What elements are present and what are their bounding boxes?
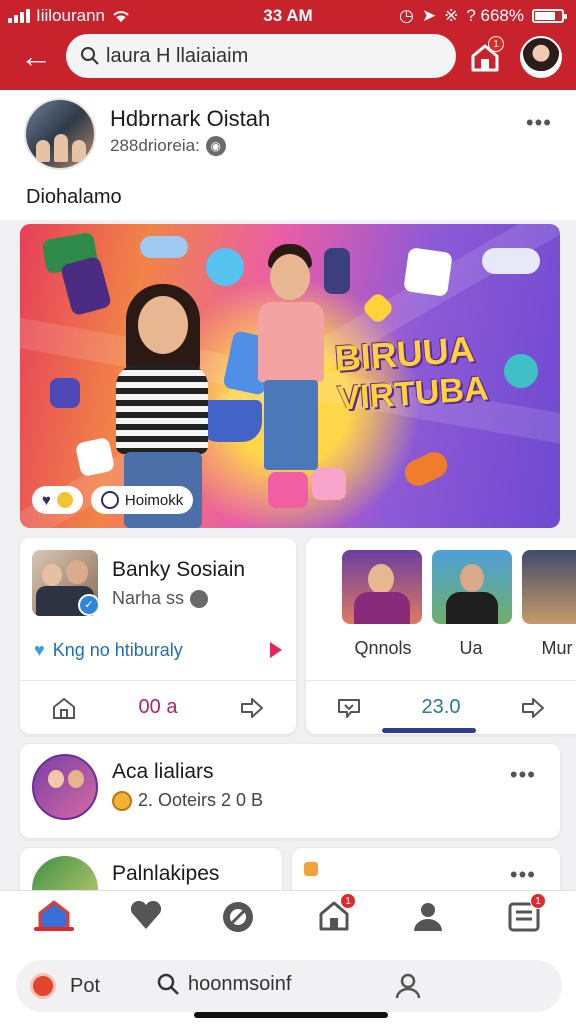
share-icon[interactable] [239, 695, 265, 721]
status-bar: Iiilourann 33 AM ◷ ➤ ※ ? 668% [0, 6, 576, 26]
friend-name[interactable]: Banky Sosiain [112, 558, 245, 582]
back-button[interactable]: ← [18, 38, 54, 74]
forward-icon[interactable] [520, 695, 546, 721]
friend-card[interactable]: ✓ Banky Sosiain Narha ss ♥ Kng no htibur… [20, 538, 296, 734]
heart-icon-blue: ♥ [34, 640, 45, 660]
bottom-person-icon[interactable] [394, 972, 422, 1000]
banner-title: BIRUUA VIRTUBA [333, 325, 538, 419]
profile-subtitle: 288drioreia: [110, 136, 200, 155]
sticker-small-icon [304, 862, 318, 876]
nav-profile[interactable] [410, 899, 454, 943]
bottom-search-icon [157, 973, 179, 995]
stories-progress [382, 728, 476, 733]
story-label-2: Ua [459, 638, 483, 658]
group-subtitle: 2. Ooteirs 2 0 B [138, 790, 264, 810]
story-thumb-1[interactable] [342, 550, 422, 624]
stories-card: Qnnols Ua Mur 23.0 [306, 538, 576, 734]
friend-subtitle: Narha ss [112, 588, 185, 608]
stories-count: 23.0 [421, 696, 461, 718]
battery-label: ? 668% [466, 6, 524, 25]
compass-icon [223, 902, 253, 932]
search-icon [81, 47, 99, 65]
post-label[interactable]: Pot [70, 975, 100, 998]
emoji-icon [112, 790, 132, 811]
nav-active-indicator [34, 927, 74, 931]
partial-more-icon[interactable]: ••• [510, 862, 536, 888]
user-avatar[interactable] [520, 36, 562, 78]
heart-comment-icon[interactable] [336, 695, 362, 721]
globe-icon-small [190, 589, 209, 608]
boy-illustration [258, 244, 328, 484]
app-header: Iiilourann 33 AM ◷ ➤ ※ ? 668% ← 1 [0, 0, 576, 90]
bottom-nav: 1 1 [0, 890, 576, 950]
nav-explore[interactable] [220, 899, 264, 943]
story-thumb-2[interactable] [432, 550, 512, 624]
cloud-icon [140, 236, 188, 258]
community-badge: 1 [340, 893, 356, 909]
profile-avatar[interactable] [24, 98, 96, 170]
face-reaction-icon [56, 492, 73, 508]
bottom-search-container: Pot [16, 960, 562, 1012]
target-icon [100, 491, 119, 509]
search-input[interactable] [106, 44, 436, 68]
group-name[interactable]: Aca lialiars [112, 760, 214, 784]
chat-bubble-icon [206, 248, 244, 286]
group-card[interactable]: Aca lialiars 2. Ooteirs 2 0 B ••• [20, 744, 560, 838]
page-chip-label: Hoimokk [124, 491, 184, 509]
post-caption: Diohalamo [26, 186, 122, 208]
profile-name[interactable]: Hdbrnark Oistah [110, 106, 270, 132]
puzzle-icon [403, 247, 453, 297]
person-icon [414, 903, 442, 931]
menu-badge: 1 [530, 893, 546, 909]
f-tile-icon [50, 378, 80, 408]
page-chip[interactable]: Hoimokk [90, 486, 194, 514]
verified-icon: ✓ [78, 594, 100, 616]
friend-count: 00 a [138, 696, 178, 718]
bottom-search-input[interactable] [188, 973, 368, 996]
heart-nav-icon [130, 900, 162, 929]
reaction-chip[interactable]: ♥ [32, 486, 83, 514]
profile-card: Hdbrnark Oistah 288drioreia: ◉ ••• Dioha… [0, 90, 576, 220]
search-bar[interactable] [66, 34, 456, 78]
alarm-icon: ◷ [398, 6, 414, 25]
cloud-icon-2 [482, 248, 540, 274]
friend-link[interactable]: ♥ Kng no htiburaly [34, 640, 183, 661]
x-shape-icon [400, 447, 452, 491]
bluetooth-icon: ※ [444, 6, 459, 25]
play-icon[interactable] [270, 642, 282, 658]
home-outline-icon[interactable] [51, 695, 77, 721]
nav-community[interactable]: 1 [316, 893, 360, 943]
heart-reaction-icon: ♥ [42, 491, 51, 509]
more-options-icon[interactable]: ••• [526, 110, 552, 136]
nav-favorites[interactable] [128, 899, 172, 943]
post-icon[interactable] [30, 973, 56, 999]
friend-link-label: Kng no htiburaly [52, 640, 183, 660]
home-badge: 1 [488, 36, 504, 52]
partial-card-name[interactable]: Palnlakipes [112, 862, 219, 886]
nav-home[interactable] [34, 899, 78, 943]
story-label-3: Mur [541, 638, 573, 658]
story-label-1: Qnnols [354, 638, 412, 658]
location-icon: ➤ [421, 6, 437, 25]
group-more-icon[interactable]: ••• [510, 762, 536, 788]
nav-menu[interactable]: 1 [506, 893, 550, 943]
group-avatar [32, 754, 98, 820]
home-button[interactable]: 1 [468, 36, 504, 76]
story-thumb-3[interactable] [522, 550, 576, 624]
globe-icon: ◉ [205, 136, 226, 156]
battery-icon [532, 9, 567, 23]
home-indicator [194, 1012, 388, 1018]
promo-banner[interactable]: BIRUUA VIRTUBA ♥ Hoimokk [20, 224, 560, 528]
